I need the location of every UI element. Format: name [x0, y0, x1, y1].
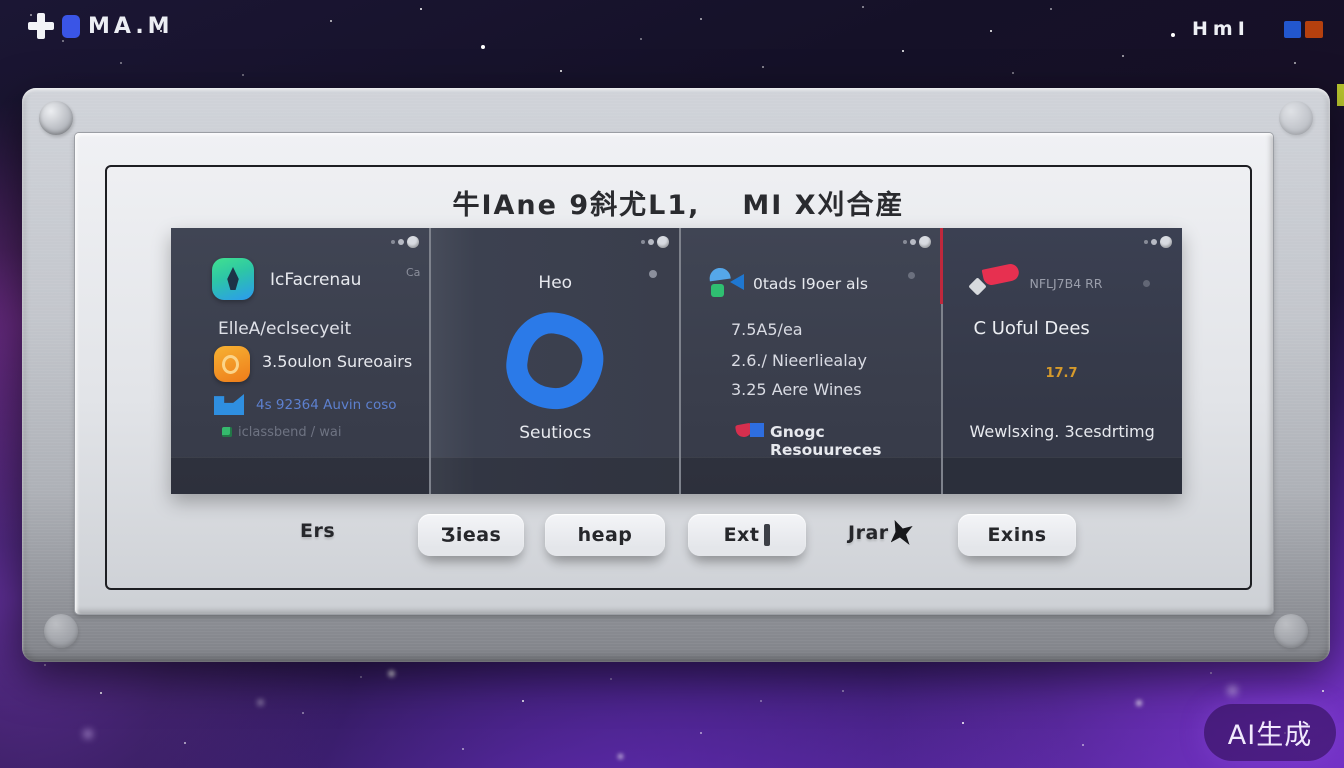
- ext-button[interactable]: Ext: [688, 514, 806, 556]
- jrar-button-label: Jrar: [848, 522, 889, 544]
- sieas-button[interactable]: Ʒieas: [418, 514, 524, 556]
- blue-app-icon[interactable]: [62, 15, 80, 38]
- card-inventory[interactable]: IcFacrenau Ca ElleA/eclsecyeit 3.5oulon …: [171, 228, 429, 494]
- exins-button[interactable]: Exins: [958, 514, 1076, 556]
- cursor-hand-icon: [891, 520, 913, 545]
- screw-icon: [1279, 101, 1313, 135]
- deals-logo-icon: [969, 264, 1021, 298]
- window-dots-icon: [641, 236, 669, 248]
- watermark-label: AI生成: [1228, 713, 1312, 752]
- plus-icon[interactable]: [28, 13, 54, 39]
- mini-dot-icon: [1143, 280, 1150, 287]
- blue-square-icon[interactable]: [1284, 21, 1301, 38]
- card-footer: [171, 457, 429, 494]
- card-deals-title: NFLJ7B4 RR: [1029, 276, 1102, 291]
- leads-logo-icon: [709, 266, 747, 302]
- orange-app-icon: [214, 346, 250, 382]
- window-dots-icon: [1144, 236, 1172, 248]
- starfield: [0, 0, 2, 2]
- card-inventory-subtitle: ElleA/eclsecyeit: [218, 319, 351, 339]
- card-leads-footer: Gnogc Resouureces: [770, 423, 941, 459]
- leads-item: 2.6./ Nieerliealay: [731, 351, 867, 370]
- card-inventory-corner-label: Ca: [406, 266, 420, 279]
- card-footer: [943, 457, 1182, 494]
- card-hub-title: Heo: [431, 273, 679, 293]
- card-deals-heading: C Uoful Dees: [973, 318, 1089, 339]
- yellow-edge-chip: [1337, 84, 1344, 106]
- card-footer: [681, 457, 941, 494]
- jrar-button[interactable]: Jrar: [848, 520, 913, 545]
- card-leads-title: 0tads I9oer als: [753, 275, 868, 293]
- window-dots-icon: [903, 236, 931, 248]
- resources-icon: [736, 422, 768, 438]
- card-leads[interactable]: 0tads I9oer als 7.5A5/ea 2.6./ Nieerliea…: [681, 228, 941, 494]
- screw-icon: [44, 614, 78, 648]
- bokeh-dot: [618, 754, 623, 759]
- card-hub-caption: Seutiocs: [431, 423, 679, 443]
- page-title-left: 牛IAne 9斜尤L1,: [452, 190, 700, 221]
- ai-generated-watermark: AI生成: [1204, 704, 1336, 761]
- bokeh-dot: [1136, 700, 1142, 706]
- bokeh-dot: [84, 730, 92, 738]
- card-hub[interactable]: Heo Seutiocs: [431, 228, 679, 494]
- text-cursor-icon: [764, 524, 770, 546]
- ext-button-label: Ext: [724, 524, 760, 546]
- ers-button[interactable]: Ers: [300, 520, 335, 542]
- card-deals-footer: Wewlsxing. 3cesdrtimg: [969, 422, 1154, 441]
- screw-icon: [39, 101, 73, 135]
- leaf-app-icon: [212, 258, 254, 300]
- page-title-right: MI X刈合産: [742, 190, 904, 221]
- card-inventory-note-row: iclassbend / wai: [238, 425, 341, 440]
- orange-square-icon[interactable]: [1305, 21, 1323, 38]
- window-dots-icon: [391, 236, 419, 248]
- card-inventory-solution-row: 3.5oulon Sureoairs: [262, 352, 412, 371]
- desktop: MA.M HmI 牛IAne 9斜尤L1, MI X刈合産 IcFacrenau …: [0, 0, 1344, 768]
- green-dot-icon: [222, 427, 232, 437]
- card-inventory-code-row: 4s 92364 Auvin coso: [256, 397, 397, 413]
- bokeh-dot: [258, 700, 263, 705]
- heap-button[interactable]: heap: [545, 514, 665, 556]
- card-inventory-title: IcFacrenau: [270, 270, 361, 290]
- blue-ring-icon: [501, 307, 609, 415]
- mini-dot-icon: [908, 272, 915, 279]
- card-footer: [431, 457, 679, 494]
- screw-icon: [1274, 614, 1308, 648]
- card-strip: IcFacrenau Ca ElleA/eclsecyeit 3.5oulon …: [171, 228, 1182, 494]
- leads-item: 3.25 Aere Wines: [731, 380, 862, 399]
- page-title: 牛IAne 9斜尤L1, MI X刈合産: [107, 183, 1250, 222]
- card-deals-value: 17.7: [1045, 366, 1077, 381]
- topbar-left-glyphs: MA.M: [88, 14, 174, 39]
- bokeh-dot: [388, 670, 395, 677]
- bokeh-dot: [1228, 686, 1237, 695]
- card-deals[interactable]: NFLJ7B4 RR C Uoful Dees 17.7 Wewlsxing. …: [943, 228, 1182, 494]
- leads-item: 7.5A5/ea: [731, 320, 803, 339]
- topbar-right-glyphs: HmI: [1192, 18, 1250, 40]
- flag-icon: [214, 394, 244, 415]
